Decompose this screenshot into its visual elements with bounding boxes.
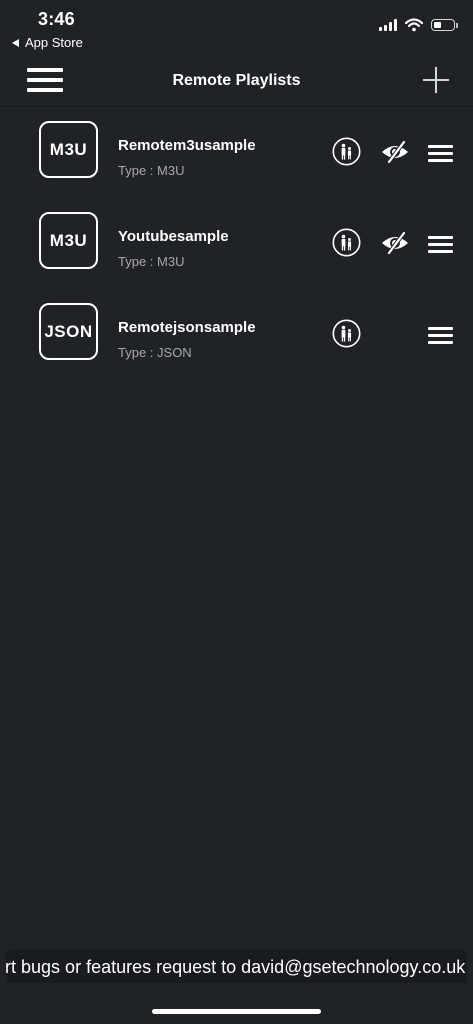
- family-icon[interactable]: [332, 137, 361, 166]
- playlist-type: Type : M3U: [118, 163, 185, 178]
- playlist-type: Type : JSON: [118, 345, 192, 360]
- status-bar: 3:46 App Store: [0, 0, 473, 56]
- status-time: 3:46: [38, 9, 75, 29]
- wifi-icon: [405, 18, 423, 32]
- playlist-name: Youtubesample: [118, 228, 229, 245]
- plus-icon[interactable]: [423, 67, 449, 93]
- playlist-type: Type : M3U: [118, 254, 185, 269]
- playlist-row[interactable]: JSON Remotejsonsample Type : JSON: [0, 288, 473, 379]
- family-icon[interactable]: [332, 228, 361, 257]
- back-to-app-store-link[interactable]: App Store: [12, 35, 83, 50]
- hamburger-menu-icon[interactable]: [27, 67, 63, 93]
- playlist-row[interactable]: M3U Remotem3usample Type : M3U: [0, 106, 473, 197]
- battery-icon: [431, 19, 458, 31]
- status-icons: [379, 18, 458, 32]
- back-app-label: App Store: [25, 35, 83, 50]
- playlist-list: M3U Remotem3usample Type : M3U M3U Youtu…: [0, 106, 473, 379]
- drag-handle-icon[interactable]: [428, 143, 453, 163]
- playlist-type-badge: M3U: [39, 212, 98, 269]
- feedback-ticker: Report bugs or features request to david…: [6, 950, 467, 983]
- drag-handle-icon[interactable]: [428, 234, 453, 254]
- playlist-row[interactable]: M3U Youtubesample Type : M3U: [0, 197, 473, 288]
- feedback-ticker-text: Report bugs or features request to david…: [6, 957, 466, 977]
- cellular-signal-icon: [379, 19, 397, 31]
- eye-slash-icon[interactable]: [380, 141, 410, 163]
- back-arrow-icon: [12, 38, 19, 47]
- family-icon[interactable]: [332, 319, 361, 348]
- page-title: Remote Playlists: [172, 72, 301, 89]
- eye-slash-icon[interactable]: [380, 232, 410, 254]
- playlist-name: Remotejsonsample: [118, 319, 256, 336]
- battery-level: [434, 22, 442, 28]
- playlist-type-badge: M3U: [39, 121, 98, 178]
- drag-handle-icon[interactable]: [428, 325, 453, 345]
- home-indicator[interactable]: [152, 1009, 321, 1014]
- playlist-type-badge: JSON: [39, 303, 98, 360]
- playlist-name: Remotem3usample: [118, 137, 256, 154]
- navigation-bar: Remote Playlists: [0, 56, 473, 107]
